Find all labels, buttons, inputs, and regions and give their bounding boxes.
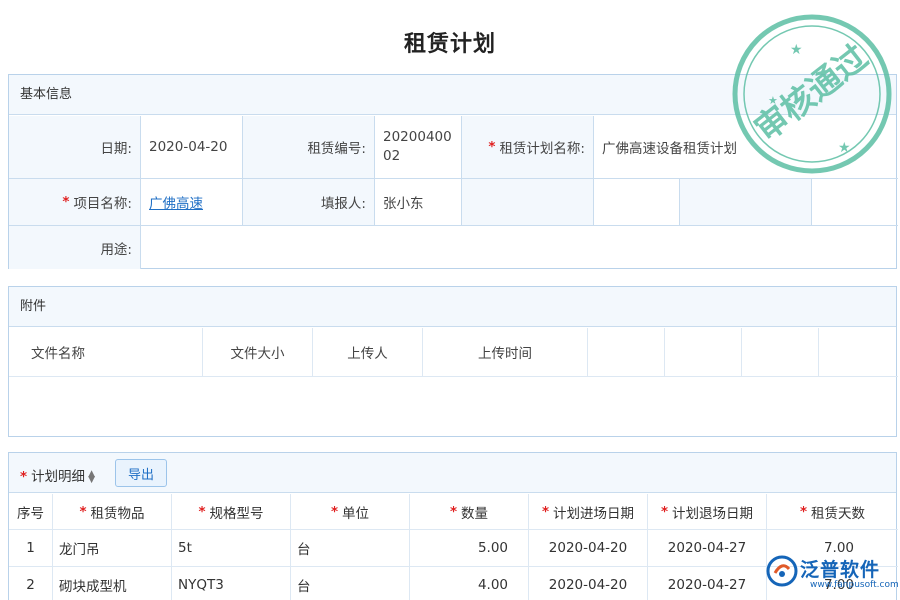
attach-col-filesize: 文件大小 <box>203 328 313 377</box>
attach-col-extra <box>742 328 819 377</box>
reporter-value[interactable]: 张小东 <box>375 179 462 226</box>
basic-info-header: 基本信息 <box>9 75 896 115</box>
plan-details-title[interactable]: *计划明细▲▼ <box>20 465 95 485</box>
project-link[interactable]: 广佛高速 <box>149 192 203 212</box>
empty-value-cell <box>812 179 898 226</box>
table-cell-spec[interactable]: NYQT3 <box>172 567 291 600</box>
purpose-value[interactable] <box>141 226 898 269</box>
date-value[interactable]: 2020-04-20 <box>141 116 243 179</box>
detail-col-in-date: *计划进场日期 <box>529 494 648 530</box>
detail-col-item: *租赁物品 <box>53 494 172 530</box>
table-cell-unit[interactable]: 台 <box>291 567 410 600</box>
empty-label-cell <box>680 179 812 226</box>
attach-col-extra <box>665 328 742 377</box>
table-cell-qty[interactable]: 5.00 <box>410 530 529 567</box>
empty-value-cell <box>594 179 680 226</box>
basic-info-panel: 基本信息 日期: 2020-04-20 租赁编号: 2020040002 *租赁… <box>8 74 897 269</box>
detail-col-out-date: *计划退场日期 <box>648 494 767 530</box>
detail-col-qty: *数量 <box>410 494 529 530</box>
project-value-cell: 广佛高速 <box>141 179 243 226</box>
table-cell-in-date[interactable]: 2020-04-20 <box>529 567 648 600</box>
detail-col-no: 序号 <box>9 494 53 530</box>
table-cell-days[interactable]: 7.00 <box>767 567 898 600</box>
sort-icon[interactable]: ▲▼ <box>88 471 95 483</box>
detail-col-unit: *单位 <box>291 494 410 530</box>
project-label: *项目名称: <box>9 179 141 226</box>
table-cell-item[interactable]: 龙门吊 <box>53 530 172 567</box>
attach-col-extra <box>819 328 898 377</box>
table-cell-out-date[interactable]: 2020-04-27 <box>648 567 767 600</box>
plan-details-panel: *计划明细▲▼ 导出 序号 *租赁物品 *规格型号 *单位 *数量 *计划进场日… <box>8 452 897 600</box>
purpose-label: 用途: <box>9 226 141 269</box>
code-label: 租赁编号: <box>243 116 375 179</box>
attach-col-uploader: 上传人 <box>313 328 423 377</box>
attach-col-extra <box>588 328 665 377</box>
table-cell-days[interactable]: 7.00 <box>767 530 898 567</box>
table-cell-no: 2 <box>9 567 53 600</box>
code-value[interactable]: 2020040002 <box>375 116 462 179</box>
plan-details-header: *计划明细▲▼ 导出 <box>9 453 896 493</box>
table-cell-no: 1 <box>9 530 53 567</box>
attach-col-upload-time: 上传时间 <box>423 328 588 377</box>
export-button[interactable]: 导出 <box>115 459 167 487</box>
table-cell-unit[interactable]: 台 <box>291 530 410 567</box>
reporter-label: 填报人: <box>243 179 375 226</box>
plan-name-label: *租赁计划名称: <box>462 116 594 179</box>
table-cell-spec[interactable]: 5t <box>172 530 291 567</box>
date-label: 日期: <box>9 116 141 179</box>
attach-col-filename: 文件名称 <box>9 328 203 377</box>
detail-col-days: *租赁天数 <box>767 494 898 530</box>
plan-name-value[interactable]: 广佛高速设备租赁计划 <box>594 116 898 179</box>
table-cell-in-date[interactable]: 2020-04-20 <box>529 530 648 567</box>
table-cell-item[interactable]: 砌块成型机 <box>53 567 172 600</box>
attachments-header: 附件 <box>9 287 896 327</box>
attachments-panel: 附件 文件名称 文件大小 上传人 上传时间 <box>8 286 897 437</box>
table-cell-out-date[interactable]: 2020-04-27 <box>648 530 767 567</box>
table-cell-qty[interactable]: 4.00 <box>410 567 529 600</box>
empty-label-cell <box>462 179 594 226</box>
page-title: 租赁计划 <box>0 26 900 58</box>
detail-col-spec: *规格型号 <box>172 494 291 530</box>
